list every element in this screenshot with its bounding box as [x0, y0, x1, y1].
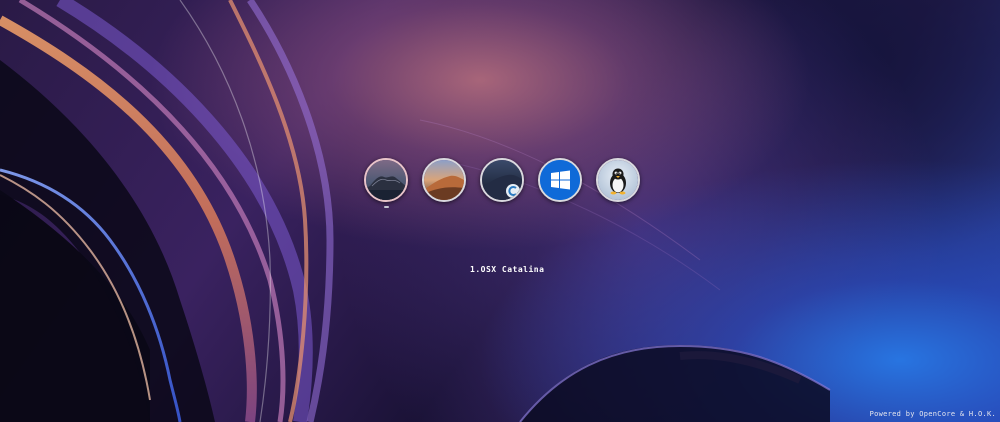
boot-entry-linux[interactable] — [594, 158, 642, 202]
boot-entry-mojave[interactable] — [420, 158, 468, 202]
boot-picker — [362, 158, 642, 208]
boot-entry-catalina[interactable] — [362, 158, 410, 208]
boot-entry-recovery[interactable] — [478, 158, 526, 202]
windows-logo-icon — [538, 158, 582, 202]
recovery-icon — [480, 158, 524, 202]
tux-penguin-icon — [596, 158, 640, 202]
mojave-dunes-icon — [422, 158, 466, 202]
wallpaper — [0, 0, 1000, 422]
selected-indicator — [383, 206, 389, 208]
selected-entry-label: 1.OSX Catalina — [470, 265, 545, 274]
boot-entry-windows[interactable] — [536, 158, 584, 202]
wallpaper-swirls — [0, 0, 831, 422]
footer-credit: Powered by OpenCore & H.O.K. — [869, 410, 996, 418]
catalina-island-icon — [364, 158, 408, 202]
